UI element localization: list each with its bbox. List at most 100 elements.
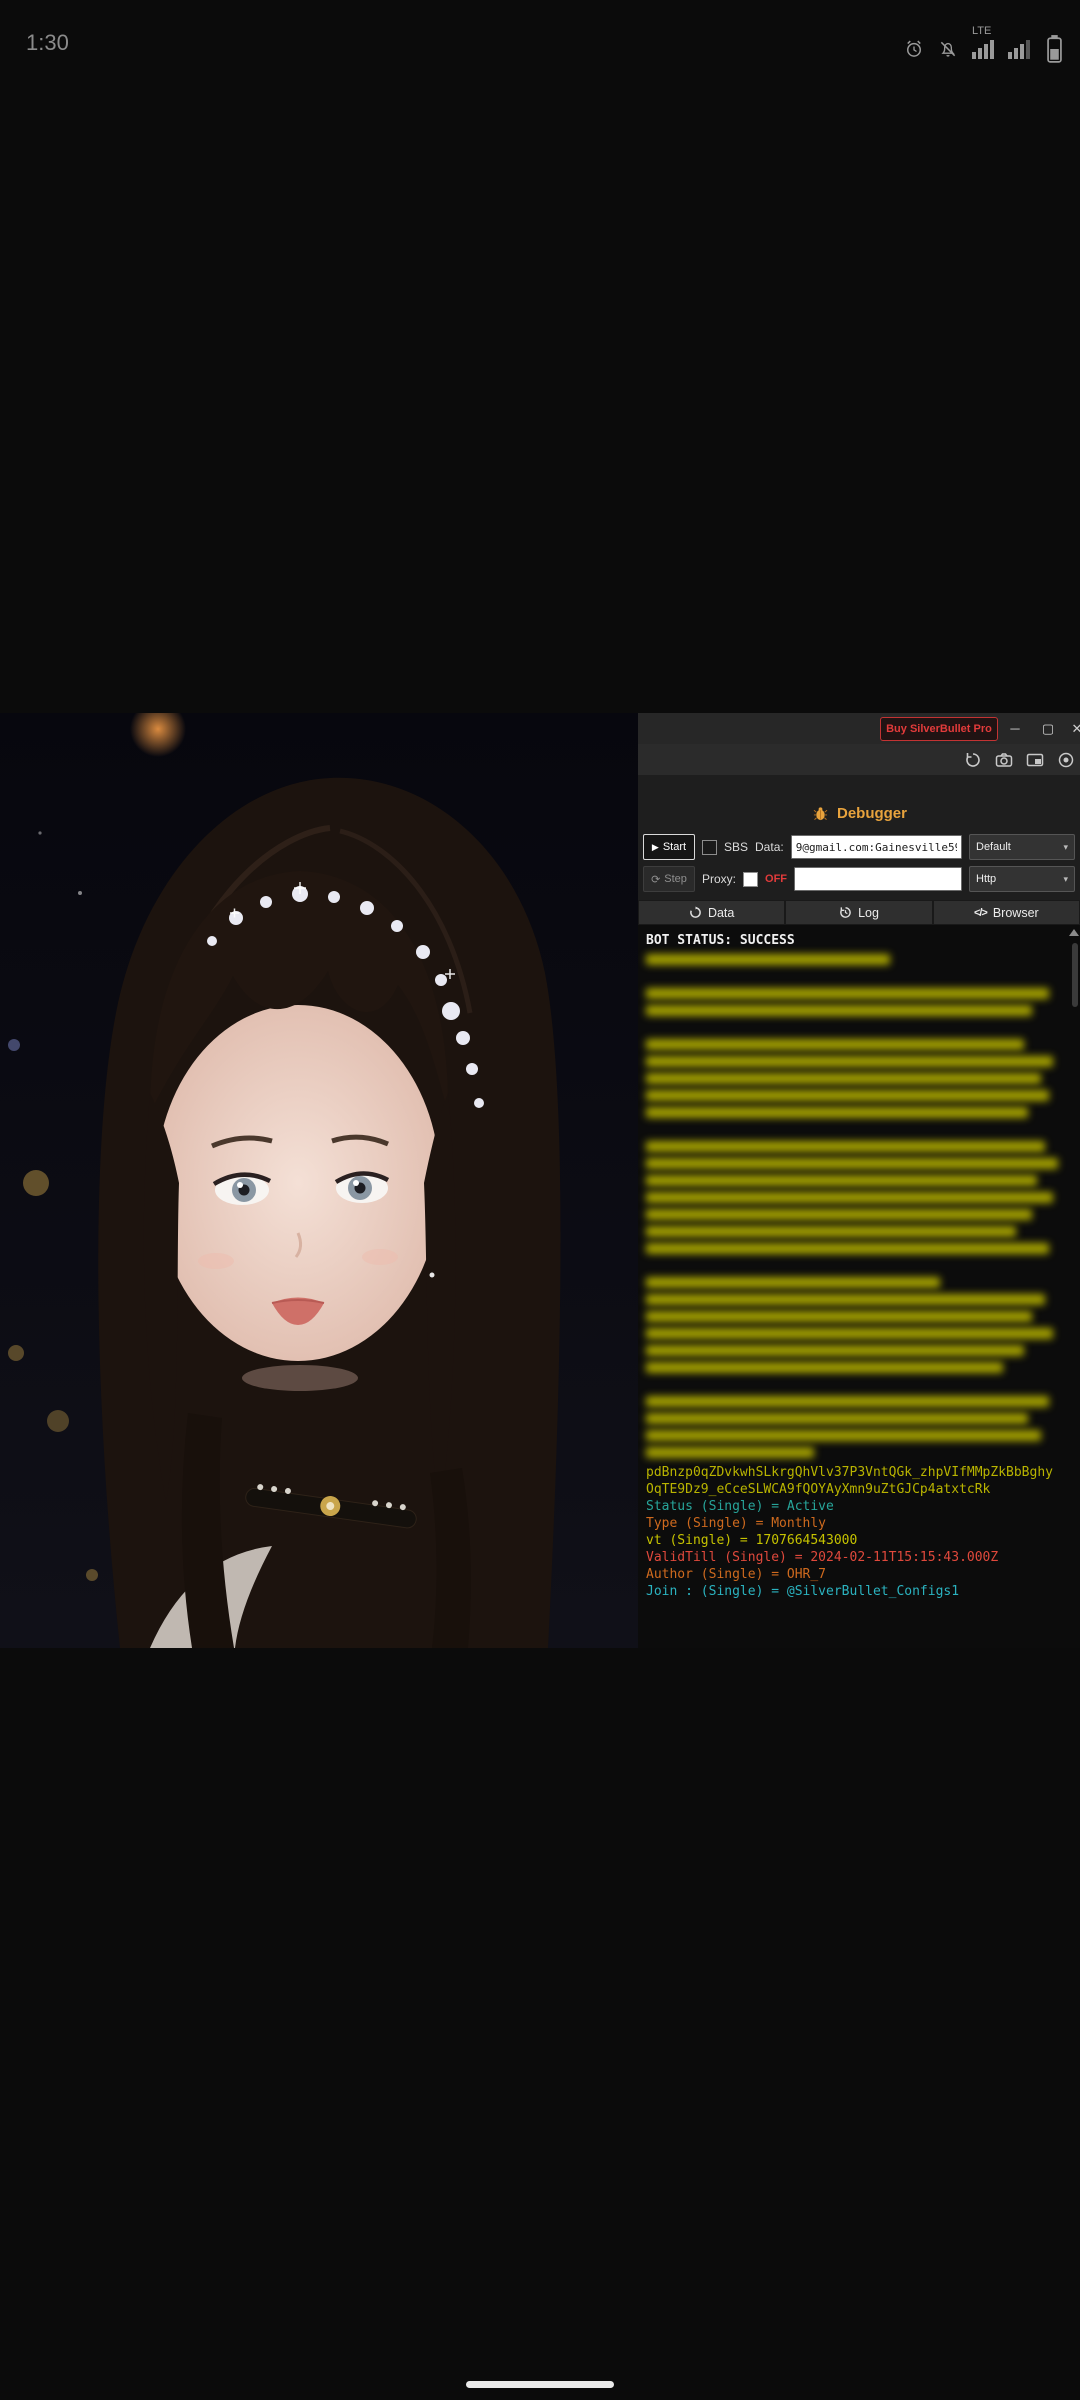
phone-screen: 1:30 LTE	[0, 0, 1080, 2400]
notifications-off-icon	[938, 39, 958, 59]
redacted-text-line	[646, 1413, 1028, 1424]
bug-icon	[811, 803, 831, 823]
step-button-label: Step	[664, 873, 687, 885]
console-line: pdBnzp0qZDvkwhSLkrgQhVlv37P3VntQGk_zhpVI…	[646, 1464, 1066, 1481]
tab-log-label: Log	[858, 906, 879, 920]
redacted-text-line	[646, 1430, 1041, 1441]
status-bar: 1:30 LTE	[0, 0, 1080, 72]
tab-log[interactable]: Log	[785, 900, 932, 925]
redacted-text-line	[646, 1243, 1049, 1254]
play-icon: ▶	[652, 842, 659, 853]
redacted-text-line	[646, 1141, 1045, 1152]
redacted-text-line	[646, 1294, 1045, 1305]
redacted-text-line	[646, 1192, 1053, 1203]
console-line: Type (Single) = Monthly	[646, 1515, 1066, 1532]
config-select[interactable]: Default ▾	[969, 834, 1075, 860]
proxy-input[interactable]	[794, 867, 962, 891]
console-line: OqTE9Dz9_eCceSLWCA9fQOYAyXmn9uZtGJCp4atx…	[646, 1481, 1066, 1498]
debugger-header: Debugger	[638, 803, 1080, 823]
tab-data-label: Data	[708, 906, 734, 920]
console-scrollbar[interactable]	[1069, 925, 1080, 1648]
history-icon[interactable]	[963, 750, 983, 770]
redacted-gap	[646, 1124, 1066, 1141]
tab-browser-label: Browser	[993, 906, 1039, 920]
scroll-up-arrow-icon[interactable]	[1069, 929, 1079, 936]
console-line: Status (Single) = Active	[646, 1498, 1066, 1515]
scrollbar-thumb[interactable]	[1072, 943, 1078, 1007]
console-line: Author (Single) = OHR_7	[646, 1566, 1066, 1583]
redacted-text-line	[646, 1073, 1041, 1084]
redacted-gap	[646, 1022, 1066, 1039]
browser-tab-icon: </>	[974, 907, 987, 919]
controls-row-1: ▶ Start SBS Data: Default ▾	[643, 834, 1075, 860]
step-button[interactable]: ⟳ Step	[643, 866, 695, 892]
camera-icon[interactable]	[994, 750, 1014, 770]
console-redacted	[646, 954, 1066, 1458]
redacted-text-line	[646, 1039, 1024, 1050]
start-button[interactable]: ▶ Start	[643, 834, 695, 860]
debugger-window: Buy SilverBullet Pro ─ ▢ ✕	[638, 713, 1080, 1648]
redacted-text-line	[646, 1328, 1053, 1339]
sbs-checkbox[interactable]	[702, 840, 717, 855]
data-label: Data:	[755, 840, 784, 854]
signal-bars-secondary-icon	[1008, 39, 1030, 59]
redacted-text-line	[646, 1209, 1032, 1220]
redacted-text-line	[646, 1175, 1037, 1186]
data-input[interactable]	[791, 835, 962, 859]
signal-bars-icon	[972, 39, 994, 59]
console-line: Join : (Single) = @SilverBullet_Configs1	[646, 1583, 1066, 1600]
redacted-gap	[646, 1260, 1066, 1277]
redacted-text-line	[646, 1396, 1049, 1407]
redacted-text-line	[646, 954, 890, 965]
proxy-checkbox[interactable]	[743, 872, 758, 887]
redacted-text-line	[646, 1362, 1003, 1373]
redacted-gap	[646, 1379, 1066, 1396]
battery-icon	[1044, 39, 1064, 59]
redacted-text-line	[646, 1345, 1024, 1356]
step-icon: ⟳	[651, 873, 660, 886]
redacted-text-line	[646, 1311, 1032, 1322]
buy-pro-button[interactable]: Buy SilverBullet Pro	[880, 717, 998, 741]
tab-browser[interactable]: </> Browser	[933, 900, 1080, 925]
sbs-label: SBS	[724, 840, 748, 854]
close-button[interactable]: ✕	[1066, 718, 1080, 739]
maximize-button[interactable]: ▢	[1037, 718, 1059, 739]
redacted-text-line	[646, 1447, 814, 1458]
config-select-value: Default	[976, 841, 1011, 853]
portrait-svg	[0, 713, 638, 1648]
chevron-down-icon: ▾	[1063, 842, 1068, 853]
portrait-illustration	[0, 713, 638, 1648]
minimize-button[interactable]: ─	[1004, 718, 1026, 739]
tab-data[interactable]: Data	[638, 900, 785, 925]
redacted-text-line	[646, 1158, 1058, 1169]
chevron-down-icon: ▾	[1063, 874, 1068, 885]
data-tab-icon	[689, 906, 702, 919]
proxy-label: Proxy:	[702, 872, 736, 886]
record-icon[interactable]	[1056, 750, 1076, 770]
protocol-select[interactable]: Http ▾	[969, 866, 1075, 892]
window-toolbar	[638, 744, 1080, 775]
status-time: 1:30	[26, 30, 69, 56]
window-titlebar[interactable]: Buy SilverBullet Pro ─ ▢ ✕	[638, 713, 1080, 745]
controls-row-2: ⟳ Step Proxy: OFF Http ▾	[643, 866, 1075, 892]
redacted-text-line	[646, 1005, 1032, 1016]
home-indicator[interactable]	[466, 2381, 614, 2388]
status-icons: LTE	[904, 26, 1064, 59]
redacted-text-line	[646, 1107, 1028, 1118]
redacted-gap	[646, 971, 1066, 988]
tab-bar: Data Log </> Browser	[638, 900, 1080, 925]
bot-status-line: BOT STATUS: SUCCESS	[646, 932, 1066, 949]
cellular-signal-primary: LTE	[972, 26, 994, 59]
shared-image: Buy SilverBullet Pro ─ ▢ ✕	[0, 713, 1080, 1648]
picture-in-picture-icon[interactable]	[1025, 750, 1045, 770]
redacted-text-line	[646, 1226, 1016, 1237]
console-lines: pdBnzp0qZDvkwhSLkrgQhVlv37P3VntQGk_zhpVI…	[646, 1464, 1066, 1600]
console-line: vt (Single) = 1707664543000	[646, 1532, 1066, 1549]
redacted-text-line	[646, 1056, 1053, 1067]
redacted-text-line	[646, 1277, 940, 1288]
proxy-state-label: OFF	[765, 873, 787, 885]
redacted-text-line	[646, 988, 1049, 999]
console-output: BOT STATUS: SUCCESS pdBnzp0qZDvkwhSLkrgQ…	[638, 925, 1080, 1648]
redacted-text-line	[646, 1090, 1049, 1101]
network-type-label: LTE	[972, 26, 991, 37]
